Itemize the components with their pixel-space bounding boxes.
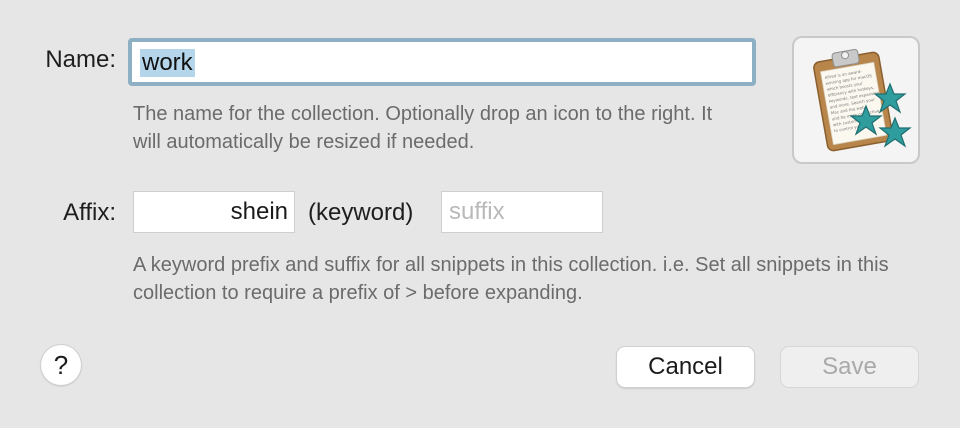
affix-label: Affix: (63, 199, 116, 226)
clipboard-stars-icon: Alfred is an award-winning app for macOS… (813, 48, 912, 152)
help-button[interactable]: ? (41, 345, 81, 385)
collection-icon-well[interactable]: Alfred is an award-winning app for macOS… (792, 36, 920, 164)
cancel-button[interactable]: Cancel (617, 347, 754, 387)
name-input[interactable]: work (128, 38, 756, 86)
name-help-text: The name for the collection. Optionally … (133, 103, 713, 153)
save-button[interactable]: Save (781, 347, 918, 387)
keyword-label: (keyword) (308, 199, 414, 226)
name-label: Name: (45, 46, 116, 73)
prefix-input[interactable]: shein (133, 191, 295, 233)
name-input-value[interactable]: work (140, 49, 195, 77)
collection-dialog: Name: work The name for the collection. … (0, 0, 960, 428)
suffix-input[interactable]: suffix (441, 191, 603, 233)
affix-help-text: A keyword prefix and suffix for all snip… (133, 254, 889, 304)
